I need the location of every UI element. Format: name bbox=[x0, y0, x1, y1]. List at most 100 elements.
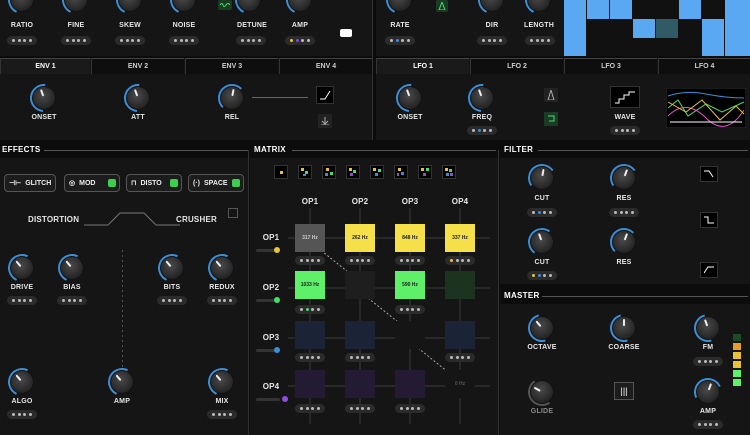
master-amp-knob[interactable] bbox=[696, 380, 720, 404]
wave-shape-icon[interactable] bbox=[218, 0, 232, 10]
mod-dots[interactable] bbox=[207, 410, 237, 419]
mod-dots[interactable] bbox=[295, 256, 325, 265]
mod-dots[interactable] bbox=[345, 404, 375, 413]
matrix-cell[interactable]: 337 Hz bbox=[445, 224, 475, 252]
env-att-knob[interactable] bbox=[126, 86, 150, 110]
bias-knob[interactable] bbox=[60, 256, 84, 280]
redux-knob[interactable] bbox=[210, 256, 234, 280]
matrix-cell[interactable] bbox=[295, 321, 325, 349]
algo-icon[interactable] bbox=[370, 165, 384, 179]
filter-cut-knob[interactable] bbox=[530, 166, 554, 190]
bits-knob[interactable] bbox=[160, 256, 184, 280]
tab-env-1[interactable]: ENV 1 bbox=[0, 58, 90, 74]
mod-dots[interactable] bbox=[527, 208, 557, 217]
lfo-freq-knob[interactable] bbox=[470, 86, 494, 110]
space-button[interactable]: (·) SPACE bbox=[188, 174, 244, 192]
mod-dots[interactable] bbox=[385, 36, 415, 45]
algo-icon[interactable] bbox=[298, 165, 312, 179]
coarse-knob[interactable] bbox=[612, 316, 636, 340]
matrix-cell[interactable] bbox=[345, 321, 375, 349]
mod-dots[interactable] bbox=[693, 420, 723, 429]
algo-knob[interactable] bbox=[10, 370, 34, 394]
metronome-icon[interactable] bbox=[436, 0, 448, 12]
matrix-cell[interactable] bbox=[345, 370, 375, 398]
matrix-cell[interactable] bbox=[395, 321, 425, 349]
highpass-icon[interactable] bbox=[700, 262, 718, 278]
env-rel-knob[interactable] bbox=[220, 86, 244, 110]
drive-knob[interactable] bbox=[10, 256, 34, 280]
mod-dots[interactable] bbox=[525, 36, 555, 45]
mod-dots[interactable] bbox=[7, 410, 37, 419]
lowpass-icon[interactable] bbox=[700, 166, 718, 182]
voices-icon[interactable]: ||| bbox=[614, 382, 634, 400]
mod-dots[interactable] bbox=[395, 256, 425, 265]
mod-dots[interactable] bbox=[295, 404, 325, 413]
matrix-cell[interactable] bbox=[295, 370, 325, 398]
mod-dots[interactable] bbox=[445, 256, 475, 265]
mod-dots[interactable] bbox=[477, 36, 507, 45]
op1-level-slider[interactable] bbox=[256, 247, 280, 253]
tab-lfo-4[interactable]: LFO 4 bbox=[658, 58, 750, 74]
tab-env-4[interactable]: ENV 4 bbox=[279, 58, 372, 74]
algo-icon[interactable] bbox=[442, 165, 456, 179]
matrix-cell[interactable]: 317 Hz bbox=[295, 224, 325, 252]
filter2-cut-knob[interactable] bbox=[530, 230, 554, 254]
filter2-res-knob[interactable] bbox=[612, 230, 636, 254]
mix-knob[interactable] bbox=[210, 370, 234, 394]
expand-icon[interactable] bbox=[228, 208, 238, 218]
octave-knob[interactable] bbox=[530, 316, 554, 340]
filter-res-knob[interactable] bbox=[612, 166, 636, 190]
algo-icon[interactable] bbox=[394, 165, 408, 179]
matrix-cell[interactable] bbox=[445, 271, 475, 299]
mod-dots[interactable] bbox=[57, 296, 87, 305]
algo-icon[interactable] bbox=[346, 165, 360, 179]
matrix-cell[interactable] bbox=[395, 370, 425, 398]
fx-amp-knob[interactable] bbox=[110, 370, 134, 394]
matrix-cell[interactable]: 590 Hz bbox=[395, 271, 425, 299]
mod-dots[interactable] bbox=[445, 353, 475, 362]
step-sequencer[interactable] bbox=[564, 0, 750, 56]
tab-lfo-2[interactable]: LFO 2 bbox=[470, 58, 563, 74]
fine-knob[interactable] bbox=[64, 0, 88, 12]
wave-preview-icon[interactable] bbox=[610, 86, 640, 108]
mod-button[interactable]: ◎ MOD bbox=[64, 174, 120, 192]
env-onset-knob[interactable] bbox=[32, 86, 56, 110]
detune-knob[interactable] bbox=[237, 0, 261, 12]
op2-level-slider[interactable] bbox=[256, 297, 280, 303]
algo-icon[interactable] bbox=[322, 165, 336, 179]
mod-dots[interactable] bbox=[467, 126, 497, 135]
mod-dots[interactable] bbox=[609, 208, 639, 217]
mod-dots[interactable] bbox=[295, 353, 325, 362]
algo-icon[interactable] bbox=[418, 165, 432, 179]
mod-dots[interactable] bbox=[345, 256, 375, 265]
mod-dots[interactable] bbox=[527, 271, 557, 280]
glitch-button[interactable]: ⊣⊢ GLITCH bbox=[4, 174, 56, 192]
matrix-cell[interactable]: 262 Hz bbox=[345, 224, 375, 252]
ratio-knob[interactable] bbox=[10, 0, 34, 12]
tab-lfo-3[interactable]: LFO 3 bbox=[564, 58, 657, 74]
mod-dots[interactable] bbox=[345, 353, 375, 362]
bandpass-icon[interactable] bbox=[700, 212, 718, 228]
algo-icon[interactable] bbox=[274, 165, 288, 179]
mod-dots[interactable] bbox=[7, 296, 37, 305]
download-icon[interactable] bbox=[318, 114, 332, 128]
mod-dots[interactable] bbox=[157, 296, 187, 305]
skew-knob[interactable] bbox=[118, 0, 142, 12]
mod-dots[interactable] bbox=[207, 296, 237, 305]
tab-env-3[interactable]: ENV 3 bbox=[185, 58, 278, 74]
mod-dots[interactable] bbox=[61, 36, 91, 45]
op3-level-slider[interactable] bbox=[256, 347, 280, 353]
fm-knob[interactable] bbox=[696, 316, 720, 340]
metronome-icon[interactable] bbox=[544, 88, 558, 102]
mod-dots[interactable] bbox=[285, 36, 315, 45]
matrix-cell[interactable]: 848 Hz bbox=[395, 224, 425, 252]
amp-knob[interactable] bbox=[288, 0, 312, 12]
mod-dots[interactable] bbox=[295, 305, 325, 314]
envelope-shape-icon[interactable] bbox=[316, 86, 334, 104]
toggle-icon[interactable] bbox=[340, 29, 352, 37]
tab-lfo-1[interactable]: LFO 1 bbox=[376, 58, 469, 74]
dir-knob[interactable] bbox=[480, 0, 504, 12]
loop-icon[interactable] bbox=[544, 112, 558, 126]
matrix-cell[interactable] bbox=[345, 271, 375, 299]
glide-knob[interactable] bbox=[530, 380, 554, 404]
